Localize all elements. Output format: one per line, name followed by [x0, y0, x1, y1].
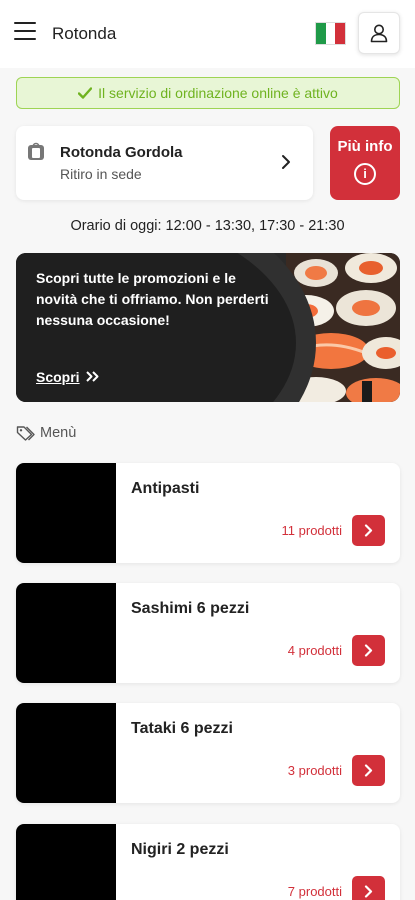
menu-label-text: Menù [40, 425, 77, 441]
category-card[interactable]: Sashimi 6 pezzi 4 prodotti [16, 583, 400, 683]
category-card[interactable]: Antipasti 11 prodotti [16, 463, 400, 563]
more-info-label: Più info [337, 137, 393, 155]
category-product-count: 4 prodotti [287, 643, 342, 658]
category-card[interactable]: Nigiri 2 pezzi 7 prodotti [16, 824, 400, 900]
category-open-button[interactable] [352, 876, 385, 900]
ordering-status-banner: Il servizio di ordinazione online è atti… [16, 77, 400, 109]
category-open-button[interactable] [352, 755, 385, 786]
promo-text: Scopri tutte le promozioni e le novità c… [36, 270, 269, 328]
category-thumbnail [16, 824, 116, 900]
discover-link-label: Scopri [36, 369, 80, 385]
chevron-right-icon [364, 885, 373, 898]
more-info-button[interactable]: Più info i [330, 126, 400, 200]
user-icon [370, 24, 388, 43]
discover-link[interactable]: Scopri [36, 369, 100, 385]
promo-banner[interactable]: Scopri tutte le promozioni e le novità c… [16, 253, 400, 402]
opening-hours: Orario di oggi: 12:00 - 13:30, 17:30 - 2… [70, 218, 345, 234]
menu-section-label: Menù [16, 425, 76, 441]
user-account-button[interactable] [358, 12, 400, 54]
category-title: Nigiri 2 pezzi [131, 841, 229, 858]
category-thumbnail [16, 583, 116, 683]
category-product-count: 7 prodotti [287, 884, 342, 899]
check-icon [78, 87, 93, 99]
chevron-right-icon [282, 155, 290, 169]
info-icon: i [354, 162, 376, 185]
category-thumbnail [16, 703, 116, 803]
category-title: Sashimi 6 pezzi [131, 600, 250, 617]
store-selector-card[interactable]: Rotonda Gordola Ritiro in sede [16, 126, 313, 200]
category-title: Tataki 6 pezzi [131, 720, 233, 737]
pickup-mode: Ritiro in sede [60, 166, 142, 182]
italy-flag-icon[interactable] [315, 22, 346, 45]
category-product-count: 11 prodotti [281, 523, 342, 538]
tags-icon [16, 426, 35, 441]
chevron-right-icon [364, 524, 373, 537]
store-bag-icon [28, 142, 44, 160]
category-thumbnail [16, 463, 116, 563]
status-text: Il servizio di ordinazione online è atti… [98, 85, 338, 101]
hamburger-icon[interactable] [14, 22, 36, 42]
app-header: Rotonda [0, 0, 415, 68]
category-open-button[interactable] [352, 635, 385, 666]
category-product-count: 3 prodotti [287, 763, 342, 778]
category-title: Antipasti [131, 480, 200, 497]
chevron-right-icon [364, 644, 373, 657]
category-card[interactable]: Tataki 6 pezzi 3 prodotti [16, 703, 400, 803]
app-title: Rotonda [52, 24, 117, 43]
category-open-button[interactable] [352, 515, 385, 546]
chevron-right-icon [364, 764, 373, 777]
double-chevron-right-icon [86, 371, 99, 382]
store-name: Rotonda Gordola [60, 144, 183, 161]
